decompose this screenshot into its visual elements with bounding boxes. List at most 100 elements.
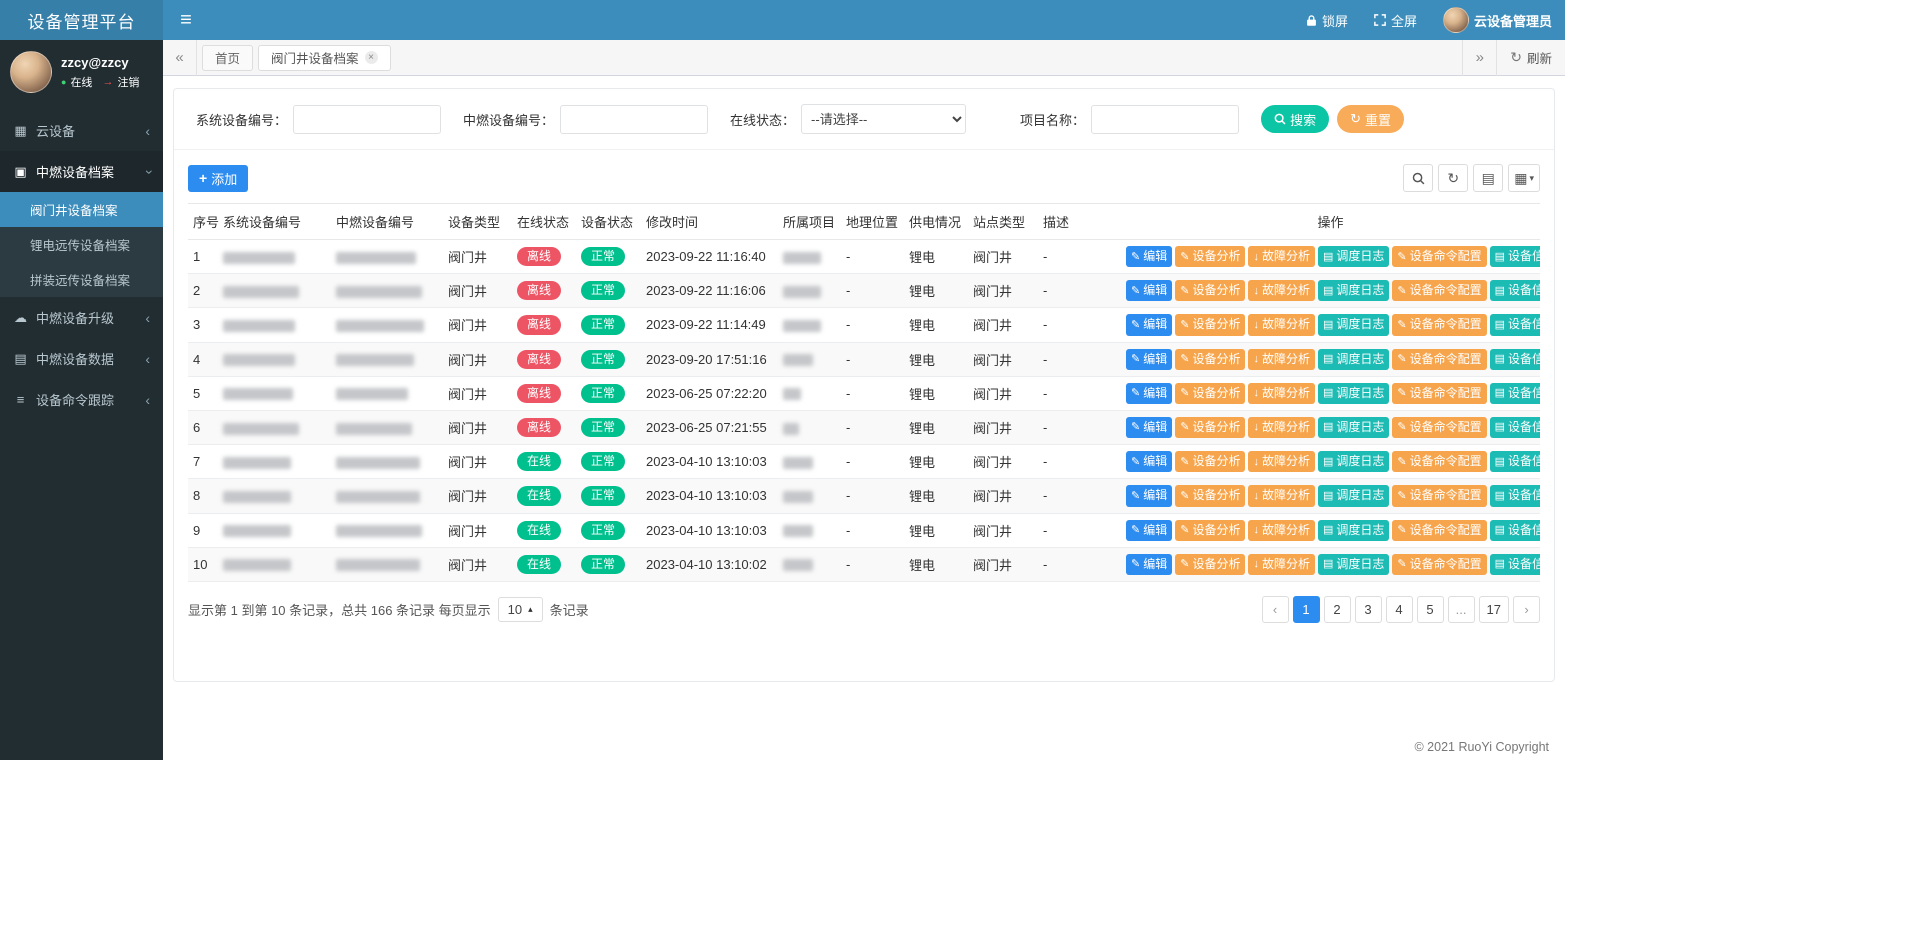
fault-analysis-button[interactable]: ↓故障分析 [1248, 520, 1315, 541]
page-button-1[interactable]: 1 [1293, 596, 1320, 623]
device-command-config-button[interactable]: ✎设备命令配置 [1392, 280, 1486, 301]
device-command-config-button[interactable]: ✎设备命令配置 [1392, 417, 1486, 438]
tabs-scroll-left-button[interactable]: « [163, 40, 197, 76]
sidebar-item-cloud-device[interactable]: ▦ 云设备 ‹ [0, 110, 163, 151]
edit-button[interactable]: ✎编辑 [1126, 554, 1172, 575]
device-info-button[interactable]: ▤设备信息 [1490, 314, 1540, 335]
fault-analysis-button[interactable]: ↓故障分析 [1248, 417, 1315, 438]
device-info-button[interactable]: ▤设备信息 [1490, 383, 1540, 404]
device-info-button[interactable]: ▤设备信息 [1490, 280, 1540, 301]
device-analysis-button[interactable]: ✎设备分析 [1175, 246, 1245, 267]
tab-home[interactable]: 首页 [202, 45, 253, 71]
fault-analysis-button[interactable]: ↓故障分析 [1248, 246, 1315, 267]
device-info-button[interactable]: ▤设备信息 [1490, 246, 1540, 267]
edit-button[interactable]: ✎编辑 [1126, 314, 1172, 335]
sidebar-item-lithium-remote-archive[interactable]: 锂电远传设备档案 [0, 227, 163, 262]
fault-analysis-button[interactable]: ↓故障分析 [1248, 383, 1315, 404]
fault-analysis-button[interactable]: ↓故障分析 [1248, 314, 1315, 335]
device-command-config-button[interactable]: ✎设备命令配置 [1392, 554, 1486, 575]
device-analysis-button[interactable]: ✎设备分析 [1175, 280, 1245, 301]
sidebar-item-device-archive[interactable]: ▣ 中燃设备档案 ‹ [0, 151, 163, 192]
device-command-config-button[interactable]: ✎设备命令配置 [1392, 451, 1486, 472]
refresh-tab-button[interactable]: ↻ 刷新 [1496, 40, 1565, 76]
edit-button[interactable]: ✎编辑 [1126, 383, 1172, 404]
edit-button[interactable]: ✎编辑 [1126, 417, 1172, 438]
dispatch-log-button[interactable]: ▤调度日志 [1318, 314, 1389, 335]
sidebar-item-valve-well-archive[interactable]: 阀门井设备档案 [0, 192, 163, 227]
online-status-select[interactable]: --请选择-- [801, 104, 966, 134]
fault-analysis-button[interactable]: ↓故障分析 [1248, 280, 1315, 301]
device-info-button[interactable]: ▤设备信息 [1490, 485, 1540, 506]
device-analysis-button[interactable]: ✎设备分析 [1175, 520, 1245, 541]
page-size-dropdown[interactable]: 10 ▴ [498, 597, 543, 622]
page-ellipsis-button[interactable]: ... [1448, 596, 1475, 623]
sidebar-item-device-data[interactable]: ▤ 中燃设备数据 ‹ [0, 338, 163, 379]
device-analysis-button[interactable]: ✎设备分析 [1175, 417, 1245, 438]
device-command-config-button[interactable]: ✎设备命令配置 [1392, 520, 1486, 541]
device-command-config-button[interactable]: ✎设备命令配置 [1392, 349, 1486, 370]
reset-button[interactable]: ↻ 重置 [1337, 105, 1404, 133]
device-analysis-button[interactable]: ✎设备分析 [1175, 383, 1245, 404]
device-analysis-button[interactable]: ✎设备分析 [1175, 349, 1245, 370]
sidebar-item-device-upgrade[interactable]: ☁ 中燃设备升级 ‹ [0, 297, 163, 338]
device-analysis-button[interactable]: ✎设备分析 [1175, 485, 1245, 506]
sidebar-item-assembled-remote-archive[interactable]: 拼装远传设备档案 [0, 262, 163, 297]
mid-device-no-input[interactable] [560, 105, 708, 134]
prev-page-button[interactable]: ‹ [1262, 596, 1289, 623]
page-button-17[interactable]: 17 [1479, 596, 1509, 623]
fullscreen-button[interactable]: 全屏 [1361, 0, 1430, 40]
device-info-button[interactable]: ▤设备信息 [1490, 520, 1540, 541]
dispatch-log-button[interactable]: ▤调度日志 [1318, 349, 1389, 370]
edit-button[interactable]: ✎编辑 [1126, 485, 1172, 506]
close-tab-icon[interactable]: × [365, 51, 378, 64]
device-command-config-button[interactable]: ✎设备命令配置 [1392, 314, 1486, 335]
edit-button[interactable]: ✎编辑 [1126, 349, 1172, 370]
logout-link[interactable]: 注销 [117, 74, 139, 90]
user-menu[interactable]: 云设备管理员 [1430, 0, 1565, 40]
device-command-config-button[interactable]: ✎设备命令配置 [1392, 383, 1486, 404]
tabs-scroll-right-button[interactable]: » [1462, 40, 1496, 76]
search-button[interactable]: 搜索 [1261, 105, 1329, 133]
device-analysis-button[interactable]: ✎设备分析 [1175, 314, 1245, 335]
table-refresh-button[interactable]: ↻ [1438, 164, 1468, 192]
fault-analysis-button[interactable]: ↓故障分析 [1248, 349, 1315, 370]
fault-analysis-button[interactable]: ↓故障分析 [1248, 485, 1315, 506]
device-analysis-button[interactable]: ✎设备分析 [1175, 451, 1245, 472]
device-info-button[interactable]: ▤设备信息 [1490, 349, 1540, 370]
page-button-3[interactable]: 3 [1355, 596, 1382, 623]
fault-analysis-button[interactable]: ↓故障分析 [1248, 554, 1315, 575]
dispatch-log-button[interactable]: ▤调度日志 [1318, 383, 1389, 404]
edit-button[interactable]: ✎编辑 [1126, 280, 1172, 301]
sidebar-toggle-button[interactable]: ≡ [163, 0, 209, 40]
page-button-5[interactable]: 5 [1417, 596, 1444, 623]
dispatch-log-button[interactable]: ▤调度日志 [1318, 246, 1389, 267]
project-name-input[interactable] [1091, 105, 1239, 134]
lock-screen-button[interactable]: 锁屏 [1293, 0, 1361, 40]
edit-button[interactable]: ✎编辑 [1126, 246, 1172, 267]
sidebar-item-command-trace[interactable]: ≡ 设备命令跟踪 ‹ [0, 379, 163, 420]
dispatch-log-button[interactable]: ▤调度日志 [1318, 485, 1389, 506]
dispatch-log-button[interactable]: ▤调度日志 [1318, 451, 1389, 472]
table-view-toggle-button[interactable]: ▤ [1473, 164, 1503, 192]
device-analysis-button[interactable]: ✎设备分析 [1175, 554, 1245, 575]
tab-valve-well-archive[interactable]: 阀门井设备档案 × [258, 45, 391, 71]
device-info-button[interactable]: ▤设备信息 [1490, 554, 1540, 575]
dispatch-log-button[interactable]: ▤调度日志 [1318, 520, 1389, 541]
add-button[interactable]: + 添加 [188, 165, 248, 192]
page-button-2[interactable]: 2 [1324, 596, 1351, 623]
edit-button[interactable]: ✎编辑 [1126, 520, 1172, 541]
sys-device-no-input[interactable] [293, 105, 441, 134]
edit-button[interactable]: ✎编辑 [1126, 451, 1172, 472]
device-info-button[interactable]: ▤设备信息 [1490, 417, 1540, 438]
dispatch-log-button[interactable]: ▤调度日志 [1318, 554, 1389, 575]
dispatch-log-button[interactable]: ▤调度日志 [1318, 280, 1389, 301]
dispatch-log-button[interactable]: ▤调度日志 [1318, 417, 1389, 438]
device-command-config-button[interactable]: ✎设备命令配置 [1392, 485, 1486, 506]
table-columns-button[interactable]: ▦ ▾ [1508, 164, 1540, 192]
next-page-button[interactable]: › [1513, 596, 1540, 623]
device-info-button[interactable]: ▤设备信息 [1490, 451, 1540, 472]
page-button-4[interactable]: 4 [1386, 596, 1413, 623]
device-command-config-button[interactable]: ✎设备命令配置 [1392, 246, 1486, 267]
fault-analysis-button[interactable]: ↓故障分析 [1248, 451, 1315, 472]
table-search-toggle-button[interactable] [1403, 164, 1433, 192]
